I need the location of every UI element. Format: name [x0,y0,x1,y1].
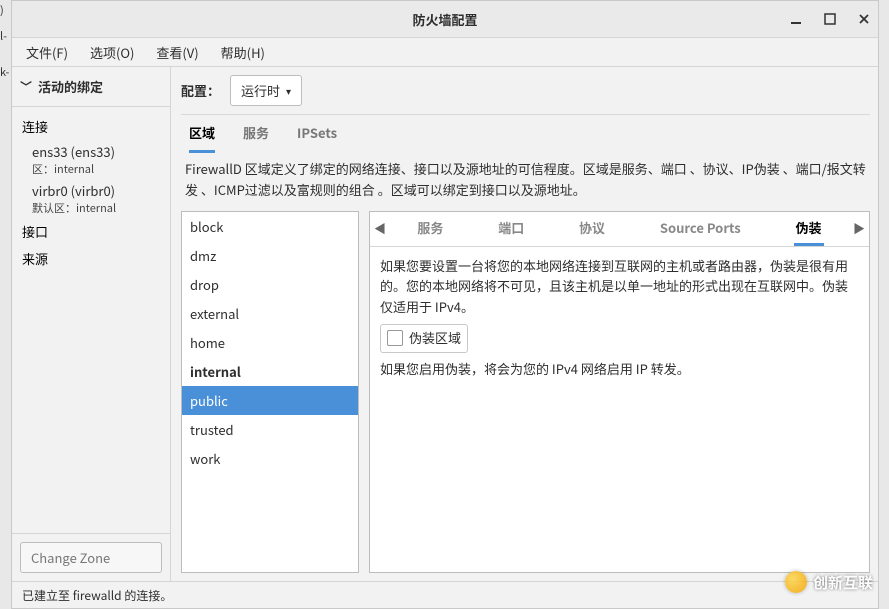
tab-scroll-right[interactable]: ▶ [849,220,869,237]
menubar: 文件(F) 选项(O) 查看(V) 帮助(H) [12,38,878,67]
cutoff-b: l- [0,28,9,44]
sidebar-group-sources: 来源 [12,245,170,272]
zone-detail-panel: ◀ 服务 端口 协议 Source Ports 伪装 ▶ 如果您要设置一台将您的… [369,211,870,573]
menu-options[interactable]: 选项(O) [86,41,138,64]
zone-item-work[interactable]: work [182,444,358,473]
zone-item-trusted[interactable]: trusted [182,415,358,444]
config-label: 配置： [181,81,220,100]
brand-text: 创新互联 [813,572,873,593]
connection-item[interactable]: virbr0 (virbr0) 默认区：internal [12,179,170,218]
zone-item-drop[interactable]: drop [182,270,358,299]
chevron-down-icon: ▾ [286,83,291,98]
zone-item-home[interactable]: home [182,328,358,357]
masquerade-description: 如果您要设置一台将您的本地网络连接到互联网的主机或者路由器，伪装是很有用的。您的… [380,256,859,318]
sidebar-group-interfaces: 接口 [12,218,170,245]
zone-item-public[interactable]: public [182,386,358,415]
change-zone-button[interactable]: Change Zone [20,542,162,573]
masquerade-note: 如果您启用伪装，将会为您的 IPv4 网络启用 IP 转发。 [380,359,859,380]
tab-zone[interactable]: 区域 [189,115,215,153]
watermark: 创新互联 [785,571,873,593]
subtab-masquerade[interactable]: 伪装 [794,212,824,246]
subtab-protocol[interactable]: 协议 [577,212,607,246]
zone-item-external[interactable]: external [182,299,358,328]
masquerade-checkbox-row[interactable]: 伪装区域 [380,324,468,353]
masquerade-checkbox-label: 伪装区域 [409,328,461,349]
connection-name: ens33 (ens33) [32,142,160,161]
zone-description: FirewallD 区域定义了绑定的网络连接、接口以及源地址的可信程度。区域是服… [181,153,870,211]
menu-file[interactable]: 文件(F) [22,41,72,64]
menu-help[interactable]: 帮助(H) [217,41,269,64]
sidebar-group-connections: 连接 [12,113,170,140]
config-select[interactable]: 运行时 ▾ [230,75,302,106]
subtab-source-ports[interactable]: Source Ports [658,212,743,246]
status-bar: 已建立至 firewalld 的连接。 [12,581,878,608]
zone-item-internal[interactable]: internal [182,357,358,386]
firewall-config-window: 防火墙配置 文件(F) 选项(O) 查看(V) 帮助(H) ﹀ 活动的绑定 连接… [11,0,879,609]
minimize-button[interactable] [788,11,804,27]
titlebar[interactable]: 防火墙配置 [12,1,878,38]
connection-item[interactable]: ens33 (ens33) 区：internal [12,140,170,179]
config-value: 运行时 [241,81,280,100]
maximize-button[interactable] [822,11,838,27]
tab-ipsets[interactable]: IPSets [297,115,337,153]
tab-scroll-left[interactable]: ◀ [370,220,390,237]
subtab-service[interactable]: 服务 [415,212,445,246]
window-title: 防火墙配置 [12,10,878,29]
cutoff-c: k- [0,64,9,80]
tab-service[interactable]: 服务 [243,115,269,153]
sidebar: ﹀ 活动的绑定 连接 ens33 (ens33) 区：internal virb… [12,67,171,581]
sidebar-header-label: 活动的绑定 [38,77,103,96]
menu-view[interactable]: 查看(V) [152,41,202,64]
subtab-port[interactable]: 端口 [496,212,526,246]
top-tabs: 区域 服务 IPSets [181,114,870,153]
cutoff-a: ) [0,2,9,18]
connection-name: virbr0 (virbr0) [32,181,160,200]
zone-item-block[interactable]: block [182,212,358,241]
zone-item-dmz[interactable]: dmz [182,241,358,270]
close-button[interactable] [856,11,872,27]
sidebar-header[interactable]: ﹀ 活动的绑定 [12,67,170,107]
zone-list[interactable]: blockdmzdropexternalhomeinternalpublictr… [181,211,359,573]
chevron-down-icon: ﹀ [20,78,32,95]
checkbox-icon[interactable] [387,330,403,346]
connection-zone: 默认区：internal [32,200,160,216]
connection-zone: 区：internal [32,161,160,177]
brand-icon [785,571,807,593]
